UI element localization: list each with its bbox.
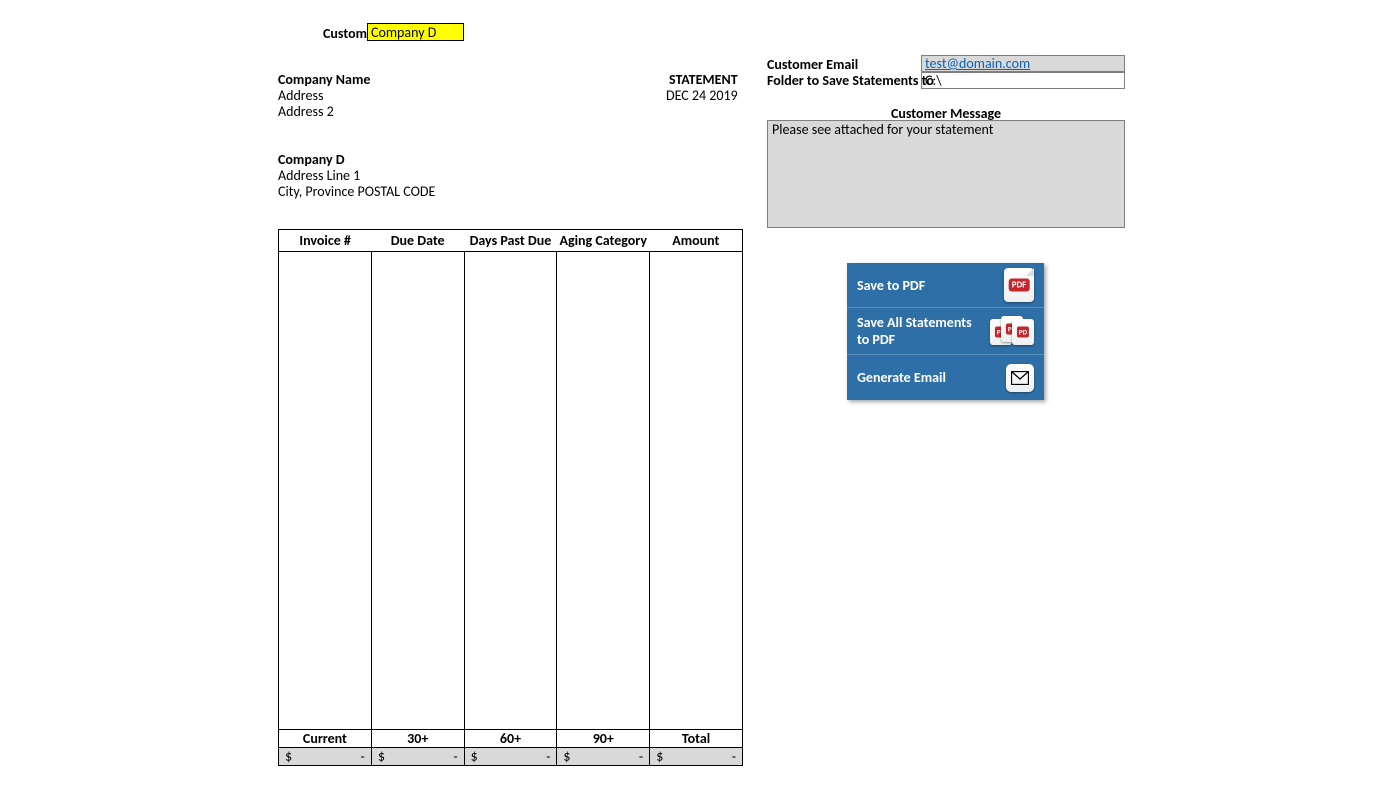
summary-value-total: $ - — [650, 748, 743, 766]
summary-header-90: 90+ — [557, 730, 650, 748]
summary-header-row: Current 30+ 60+ 90+ Total — [279, 730, 743, 748]
invoice-header-invoice: Invoice # — [279, 230, 372, 252]
invoice-body-col-2 — [371, 252, 464, 732]
sender-company-name: Company Name — [278, 72, 370, 88]
save-to-pdf-button[interactable]: Save to PDF — [847, 263, 1044, 308]
summary-table: Current 30+ 60+ 90+ Total $ - $ - $ - $ … — [278, 729, 743, 766]
generate-email-label: Generate Email — [857, 369, 946, 386]
invoice-body-col-4 — [557, 252, 650, 732]
envelope-icon — [1006, 364, 1034, 392]
summary-header-current: Current — [279, 730, 372, 748]
statement-date: DEC 24 2019 — [666, 88, 738, 104]
recipient-name: Company D — [278, 152, 435, 168]
recipient-city-prov-postal: City, Province POSTAL CODE — [278, 184, 435, 200]
customer-dropdown[interactable]: Company D — [367, 23, 464, 41]
invoice-body-row — [279, 252, 743, 732]
summary-value-row: $ - $ - $ - $ - $ - — [279, 748, 743, 766]
invoice-body-col-3 — [464, 252, 557, 732]
summary-60-val: - — [546, 748, 550, 765]
customer-message-input[interactable]: Please see attached for your statement — [767, 120, 1125, 228]
save-all-statements-to-pdf-button[interactable]: Save All Statements to PDF — [847, 308, 1044, 355]
summary-value-30: $ - — [371, 748, 464, 766]
currency-symbol: $ — [656, 748, 663, 765]
customer-email-label: Customer Email — [767, 56, 858, 73]
invoice-header-row: Invoice # Due Date Days Past Due Aging C… — [279, 230, 743, 252]
summary-header-60: 60+ — [464, 730, 557, 748]
sender-block: Company Name Address Address 2 — [278, 72, 370, 120]
action-button-panel: Save to PDF Save All Statements to PDF G… — [847, 263, 1044, 400]
invoice-body-col-1 — [279, 252, 372, 732]
recipient-block: Company D Address Line 1 City, Province … — [278, 152, 435, 200]
statement-block: STATEMENT DEC 24 2019 — [666, 72, 738, 104]
currency-symbol: $ — [378, 748, 385, 765]
statement-title: STATEMENT — [666, 72, 738, 88]
summary-header-30: 30+ — [371, 730, 464, 748]
sender-address-1: Address — [278, 88, 370, 104]
folder-label: Folder to Save Statements to — [767, 72, 934, 89]
pdf-multi-file-icon — [990, 316, 1034, 346]
sender-address-2: Address 2 — [278, 104, 370, 120]
invoice-header-aging-category: Aging Category — [557, 230, 650, 252]
summary-current-val: - — [361, 748, 365, 765]
save-all-to-pdf-label: Save All Statements to PDF — [857, 314, 987, 348]
invoice-body-col-5 — [650, 252, 743, 732]
currency-symbol: $ — [471, 748, 478, 765]
currency-symbol: $ — [563, 748, 570, 765]
summary-value-current: $ - — [279, 748, 372, 766]
summary-total-val: - — [732, 748, 736, 765]
summary-90-val: - — [639, 748, 643, 765]
save-to-pdf-label: Save to PDF — [857, 277, 925, 294]
invoice-header-due-date: Due Date — [371, 230, 464, 252]
recipient-address-1: Address Line 1 — [278, 168, 435, 184]
generate-email-button[interactable]: Generate Email — [847, 355, 1044, 400]
summary-value-90: $ - — [557, 748, 650, 766]
customer-email-input[interactable]: test@domain.com — [921, 55, 1125, 72]
folder-input[interactable]: C:\ — [921, 72, 1125, 89]
pdf-file-icon — [1004, 268, 1034, 302]
summary-30-val: - — [453, 748, 457, 765]
invoice-header-amount: Amount — [650, 230, 743, 252]
invoice-table: Invoice # Due Date Days Past Due Aging C… — [278, 229, 743, 732]
currency-symbol: $ — [285, 748, 292, 765]
invoice-header-days-past-due: Days Past Due — [464, 230, 557, 252]
summary-header-total: Total — [650, 730, 743, 748]
summary-value-60: $ - — [464, 748, 557, 766]
